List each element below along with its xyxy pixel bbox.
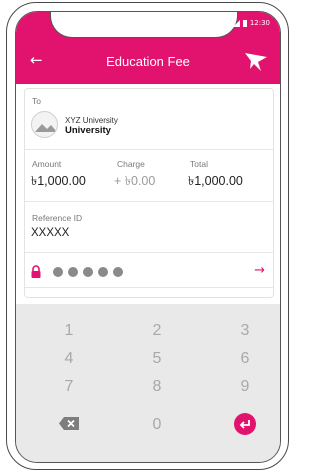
key-2[interactable]: 2 xyxy=(137,320,177,342)
total-value: ৳1,000.00 xyxy=(188,174,243,188)
key-0[interactable]: 0 xyxy=(137,414,177,436)
status-bar: 12:30 xyxy=(16,12,280,40)
pin-dot xyxy=(113,267,123,277)
page-title: Education Fee xyxy=(106,54,190,69)
key-6[interactable]: 6 xyxy=(225,348,265,370)
total-label: Total xyxy=(190,159,208,169)
phone-screen: 12:30 ← Education Fee To XYZ University … xyxy=(15,11,281,463)
proceed-arrow-icon[interactable]: → xyxy=(254,263,265,278)
charge-value: + ৳0.00 xyxy=(114,174,156,188)
key-1[interactable]: 1 xyxy=(49,320,89,342)
divider xyxy=(25,149,273,150)
key-8[interactable]: 8 xyxy=(137,376,177,398)
signal-icon xyxy=(232,19,240,27)
battery-icon xyxy=(242,19,247,27)
image-placeholder-icon xyxy=(35,124,57,132)
amount-value: ৳1,000.00 xyxy=(31,174,86,188)
key-5[interactable]: 5 xyxy=(137,348,177,370)
key-3[interactable]: 3 xyxy=(225,320,265,342)
payment-card: To XYZ University University Amount ৳1,0… xyxy=(24,88,274,298)
key-7[interactable]: 7 xyxy=(49,376,89,398)
key-9[interactable]: 9 xyxy=(225,376,265,398)
pin-input[interactable] xyxy=(53,267,123,277)
amount-label: Amount xyxy=(32,159,62,169)
reference-label: Reference ID xyxy=(32,213,83,223)
divider xyxy=(25,252,273,253)
app-header: ← Education Fee xyxy=(16,40,280,84)
charge-label: Charge xyxy=(117,159,145,169)
phone-frame: 12:30 ← Education Fee To XYZ University … xyxy=(6,2,289,470)
pin-dot xyxy=(68,267,78,277)
wifi-icon xyxy=(219,19,230,27)
numeric-keypad: 1 2 3 4 5 6 7 8 9 0 xyxy=(16,308,280,462)
reference-value: XXXXX xyxy=(31,227,70,239)
avatar xyxy=(31,111,58,138)
notch xyxy=(50,12,238,38)
enter-icon[interactable] xyxy=(234,413,256,435)
divider xyxy=(25,287,273,288)
recipient-name-line1: XYZ University xyxy=(65,116,118,125)
status-time: 12:30 xyxy=(249,19,270,27)
pin-dot xyxy=(98,267,108,277)
pin-dot xyxy=(53,267,63,277)
divider xyxy=(25,201,273,202)
key-4[interactable]: 4 xyxy=(49,348,89,370)
status-icons: 12:30 xyxy=(219,19,270,27)
pin-dot xyxy=(83,267,93,277)
recipient-name-line2: University xyxy=(65,125,111,136)
to-label: To xyxy=(32,96,41,106)
backspace-icon[interactable] xyxy=(58,416,80,431)
bird-logo-icon xyxy=(245,53,267,71)
lock-icon xyxy=(31,265,41,278)
